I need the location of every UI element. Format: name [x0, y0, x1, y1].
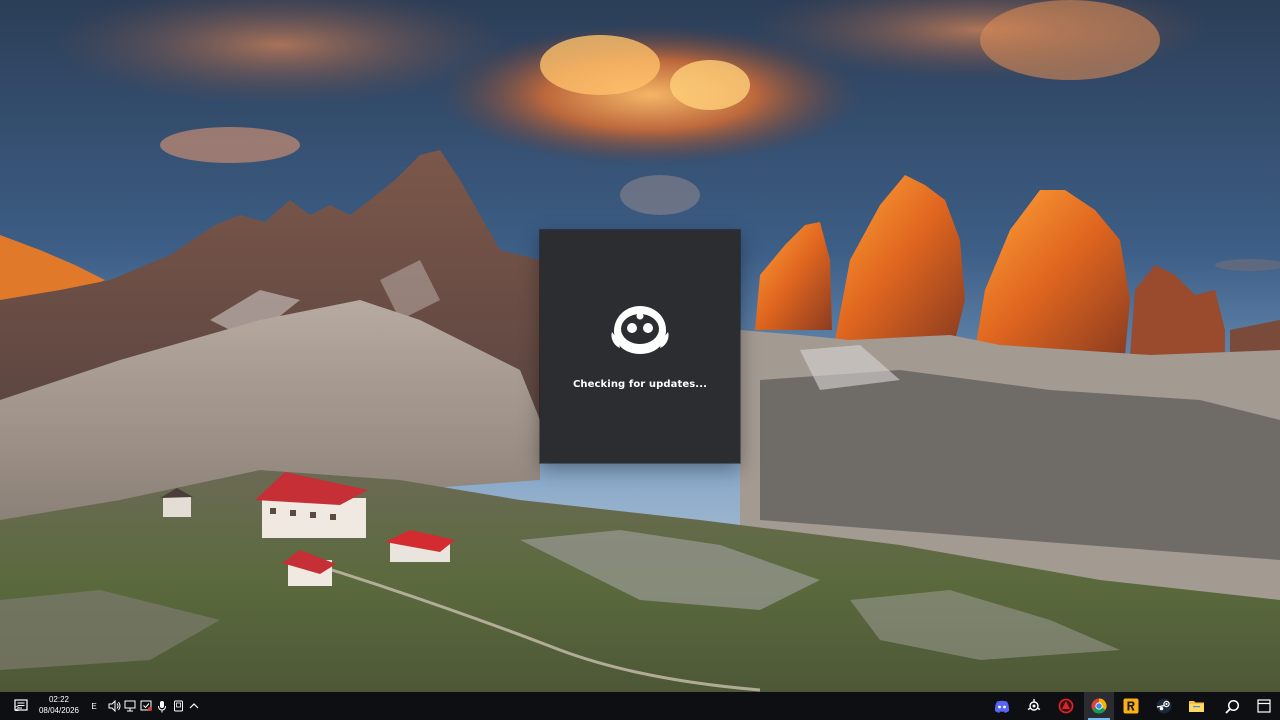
taskbar-app-rockstar[interactable] — [1116, 692, 1146, 720]
steam-icon — [1156, 698, 1172, 714]
start-icon — [1257, 699, 1271, 713]
microphone-button[interactable] — [154, 692, 170, 720]
file-explorer-icon — [1188, 701, 1204, 712]
start-button[interactable] — [1249, 692, 1279, 720]
taskbar: 2 02:22 08/04/2026 E — [0, 692, 1280, 720]
microphone-icon — [158, 700, 166, 712]
security-icon — [140, 700, 152, 711]
chrome-icon — [1091, 698, 1107, 714]
network-button[interactable] — [122, 692, 138, 720]
taskbar-app-steam[interactable] — [1149, 692, 1179, 720]
discord-icon — [994, 700, 1010, 713]
taskbar-app-battle[interactable] — [1051, 692, 1081, 720]
network-icon — [124, 700, 135, 712]
battle-app-icon — [1058, 698, 1074, 714]
desktop: Checking for updates... 2 02:22 08/04/20… — [0, 0, 1280, 720]
taskbar-app-file-explorer[interactable] — [1181, 692, 1211, 720]
notification-center-button[interactable]: 2 — [12, 692, 30, 720]
search-icon — [1224, 699, 1239, 714]
update-status-text: Checking for updates... — [572, 379, 708, 390]
clock-date: 08/04/2026 — [38, 706, 80, 715]
steam-vr-icon — [1027, 699, 1041, 711]
taskbar-app-discord[interactable] — [987, 692, 1017, 720]
taskbar-clock[interactable]: 02:22 08/04/2026 — [34, 694, 84, 716]
show-hidden-icons-button[interactable] — [186, 692, 202, 720]
taskbar-search-button[interactable] — [1217, 692, 1247, 720]
taskbar-app-steamvr[interactable] — [1019, 692, 1049, 720]
discord-updater-window: Checking for updates... — [540, 230, 740, 463]
show-hidden-icons-chevron — [189, 703, 199, 709]
discord-logo-icon — [611, 306, 669, 354]
volume-icon — [108, 700, 120, 712]
taskbar-app-chrome[interactable] — [1084, 692, 1114, 720]
notification-badge: 2 — [15, 706, 19, 713]
input-language-indicator[interactable]: E — [88, 692, 100, 720]
device-icon — [173, 700, 183, 712]
volume-button[interactable] — [106, 692, 122, 720]
rockstar-icon — [1123, 698, 1139, 714]
device-button[interactable] — [170, 692, 186, 720]
security-button[interactable] — [138, 692, 154, 720]
clock-time: 02:22 — [48, 695, 70, 704]
